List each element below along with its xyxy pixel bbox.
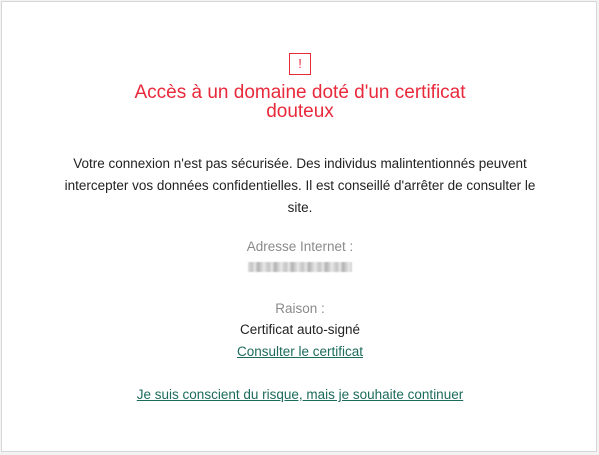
view-certificate-row: Consulter le certificat [2,344,598,360]
blurred-url-value [248,262,352,272]
reason-value: Certificat auto-signé [239,322,361,337]
warning-icon: ! [289,53,311,75]
reason-label: Raison : [275,301,325,316]
view-certificate-link[interactable]: Consulter le certificat [237,344,363,359]
url-label: Adresse Internet : [246,239,354,254]
warning-message: Votre connexion n'est pas sécurisée. Des… [64,156,536,215]
continue-anyway-link[interactable]: Je suis conscient du risque, mais je sou… [137,387,463,402]
page-title: Accès à un domaine doté d'un certificat … [134,82,466,122]
continue-row: Je suis conscient du risque, mais je sou… [2,387,598,403]
warning-page: ! Accès à un domaine doté d'un certifica… [1,1,597,452]
